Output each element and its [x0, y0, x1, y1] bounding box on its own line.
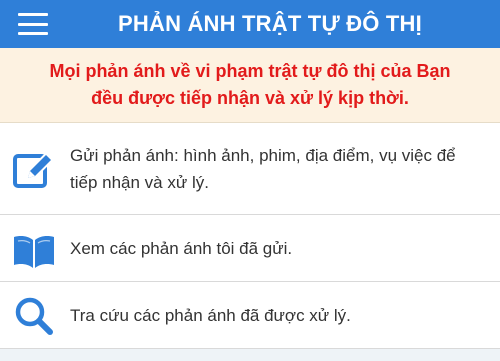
notice-line-2: đều được tiếp nhận và xử lý kịp thời. [91, 88, 409, 108]
menu-item-label-line-1: Gửi phản ánh: hình ảnh, phim, địa điểm, … [70, 146, 456, 165]
menu-item-label: Gửi phản ánh: hình ảnh, phim, địa điểm, … [70, 142, 486, 196]
menu-item-send-report[interactable]: Gửi phản ánh: hình ảnh, phim, địa điểm, … [0, 124, 500, 215]
app-bar: PHẢN ÁNH TRẬT TỰ ĐÔ THỊ [0, 0, 500, 48]
menu-item-label: Xem các phản ánh tôi đã gửi. [70, 239, 293, 258]
menu-item-label-line-2: tiếp nhận và xử lý. [70, 173, 209, 192]
page-title: PHẢN ÁNH TRẬT TỰ ĐÔ THỊ [118, 11, 422, 36]
notice-banner: Mọi phản ánh về vi phạm trật tự đô thị c… [0, 48, 500, 123]
search-icon [12, 295, 56, 344]
hamburger-menu-icon[interactable] [18, 13, 48, 35]
notice-line-1: Mọi phản ánh về vi phạm trật tự đô thị c… [49, 61, 451, 81]
bottom-area [0, 349, 500, 361]
menu-item-lookup-reports[interactable]: Tra cứu các phản ánh đã được xử lý. [0, 283, 500, 349]
edit-icon [12, 148, 56, 197]
menu-item-label: Tra cứu các phản ánh đã được xử lý. [70, 306, 351, 325]
open-book-icon [12, 228, 56, 277]
menu-item-my-reports[interactable]: Xem các phản ánh tôi đã gửi. [0, 216, 500, 282]
